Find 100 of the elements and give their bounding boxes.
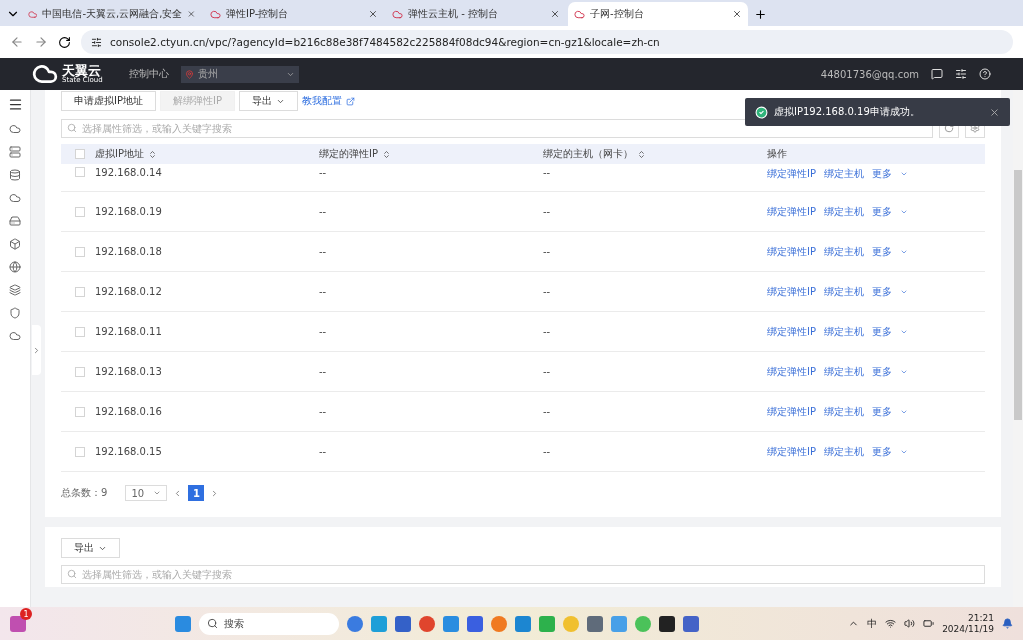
table-cell-text: -- <box>319 326 328 337</box>
select-all-checkbox[interactable] <box>75 149 85 159</box>
action-link[interactable]: 更多 <box>872 284 892 299</box>
reload-icon[interactable] <box>58 35 71 49</box>
menu-icon[interactable] <box>7 97 23 112</box>
app-icon[interactable] <box>659 615 676 632</box>
caret-icon[interactable] <box>900 170 908 178</box>
row-checkbox[interactable] <box>75 246 85 257</box>
export-button[interactable]: 导出 <box>238 91 298 111</box>
nav-icon[interactable] <box>9 123 21 135</box>
action-link[interactable]: 绑定主机 <box>824 444 864 459</box>
nav-icon[interactable] <box>9 169 21 181</box>
address-bar[interactable]: console2.ctyun.cn/vpc/?agencyId=b216c88e38f7484582c225884f08dc94&region=cn-gz1&locale=zh-cn <box>81 30 1013 54</box>
sort-icon[interactable] <box>148 149 157 159</box>
action-link[interactable]: 绑定弹性IP <box>767 404 816 419</box>
action-link[interactable]: 更多 <box>872 324 892 339</box>
action-link[interactable]: 更多 <box>872 364 892 379</box>
refresh-icon <box>944 123 954 133</box>
export-button[interactable]: 导出 <box>61 538 120 558</box>
action-link[interactable]: 绑定主机 <box>824 364 864 379</box>
page-size-select[interactable]: 10 <box>125 485 168 501</box>
windows-icon[interactable] <box>175 615 192 632</box>
ime-indicator[interactable]: 中 <box>867 616 878 631</box>
browser-tab[interactable]: 弹性云主机 - 控制台 <box>386 2 566 26</box>
nav-icon[interactable] <box>9 307 21 319</box>
message-icon[interactable] <box>931 68 943 80</box>
action-link[interactable]: 绑定主机 <box>824 244 864 259</box>
sort-icon[interactable] <box>382 149 391 159</box>
site-settings-icon[interactable] <box>91 36 102 48</box>
action-link[interactable]: 更多 <box>872 404 892 419</box>
row-checkbox[interactable] <box>75 286 85 297</box>
close-icon[interactable] <box>368 9 378 19</box>
toolbar-button[interactable]: 申请虚拟IP地址 <box>61 91 156 111</box>
action-link[interactable]: 绑定主机 <box>824 324 864 339</box>
column-header: 绑定的主机（网卡） <box>543 147 633 161</box>
action-link[interactable]: 更多 <box>872 444 892 459</box>
nav-icon[interactable] <box>9 261 21 273</box>
action-link[interactable]: 绑定主机 <box>824 404 864 419</box>
row-checkbox[interactable] <box>75 326 85 337</box>
row-checkbox[interactable] <box>75 206 85 217</box>
row-checkbox[interactable] <box>75 366 85 377</box>
browser-tab[interactable]: 子网-控制台 <box>568 2 748 26</box>
sidebar-toggle[interactable] <box>32 325 41 375</box>
table-cell-text: 192.168.0.15 <box>95 446 163 457</box>
action-link[interactable]: 更多 <box>872 244 892 259</box>
table-cell-text: -- <box>319 406 328 417</box>
row-checkbox[interactable] <box>75 446 85 457</box>
action-link[interactable]: 绑定主机 <box>824 167 864 181</box>
clock[interactable]: 21:21 2024/11/19 <box>942 612 994 635</box>
wifi-icon[interactable] <box>885 618 897 629</box>
close-icon[interactable] <box>989 106 1000 118</box>
sort-icon[interactable] <box>637 149 646 159</box>
help-link[interactable]: 教我配置 <box>301 94 342 108</box>
battery-icon[interactable] <box>923 618 935 629</box>
action-link[interactable]: 绑定弹性IP <box>767 284 816 299</box>
help-icon[interactable] <box>979 68 991 80</box>
action-link[interactable]: 绑定主机 <box>824 284 864 299</box>
nav-icon[interactable] <box>9 330 21 342</box>
external-link-icon[interactable] <box>345 96 355 106</box>
nav-icon[interactable] <box>9 284 21 296</box>
account-name[interactable]: 44801736@qq.com <box>820 68 919 80</box>
new-tab-icon[interactable] <box>754 8 767 21</box>
bell-icon[interactable] <box>1002 618 1013 629</box>
chevron-icon <box>32 345 41 355</box>
volume-icon[interactable] <box>904 618 916 629</box>
search-field[interactable]: 选择属性筛选，或输入关键字搜索 <box>61 118 933 138</box>
action-link[interactable]: 绑定弹性IP <box>767 324 816 339</box>
region-select[interactable]: 贵州 <box>180 65 299 83</box>
action-link[interactable]: 绑定弹性IP <box>767 364 816 379</box>
table-cell-text: -- <box>319 167 328 178</box>
table-cell-text: 192.168.0.12 <box>95 286 163 297</box>
column-header: 操作 <box>767 147 787 161</box>
action-link[interactable]: 绑定主机 <box>824 204 864 219</box>
browser-tab[interactable]: 弹性IP-控制台 <box>204 2 384 26</box>
nav-icon[interactable] <box>9 215 21 227</box>
page-button[interactable]: 1 <box>188 485 205 501</box>
action-link[interactable]: 绑定弹性IP <box>767 204 816 219</box>
settings-icon[interactable] <box>955 68 967 80</box>
browser-tab[interactable]: 中国电信-天翼云,云网融合,安全 <box>22 2 202 26</box>
action-link[interactable]: 绑定弹性IP <box>767 167 816 181</box>
row-checkbox[interactable] <box>75 406 85 417</box>
scrollbar-thumb[interactable] <box>1014 170 1022 420</box>
close-icon[interactable] <box>550 9 560 19</box>
nav-icon[interactable] <box>9 192 21 204</box>
action-link[interactable]: 更多 <box>872 204 892 219</box>
back-icon[interactable] <box>10 35 24 49</box>
action-link[interactable]: 更多 <box>872 167 892 181</box>
taskbar-search[interactable]: 搜索 <box>199 612 340 635</box>
nav-icon[interactable] <box>9 146 21 158</box>
forward-icon[interactable] <box>34 35 48 49</box>
search-field[interactable]: 选择属性筛选，或输入关键字搜索 <box>61 565 985 584</box>
search-icon <box>67 122 77 133</box>
action-link[interactable]: 绑定弹性IP <box>767 444 816 459</box>
column-header: 绑定的弹性IP <box>319 147 378 161</box>
close-icon[interactable] <box>732 9 742 19</box>
nav-link[interactable]: 控制中心 <box>128 67 169 81</box>
row-checkbox[interactable] <box>75 167 85 177</box>
table-cell-text: -- <box>543 286 552 297</box>
nav-icon[interactable] <box>9 238 21 250</box>
action-link[interactable]: 绑定弹性IP <box>767 244 816 259</box>
